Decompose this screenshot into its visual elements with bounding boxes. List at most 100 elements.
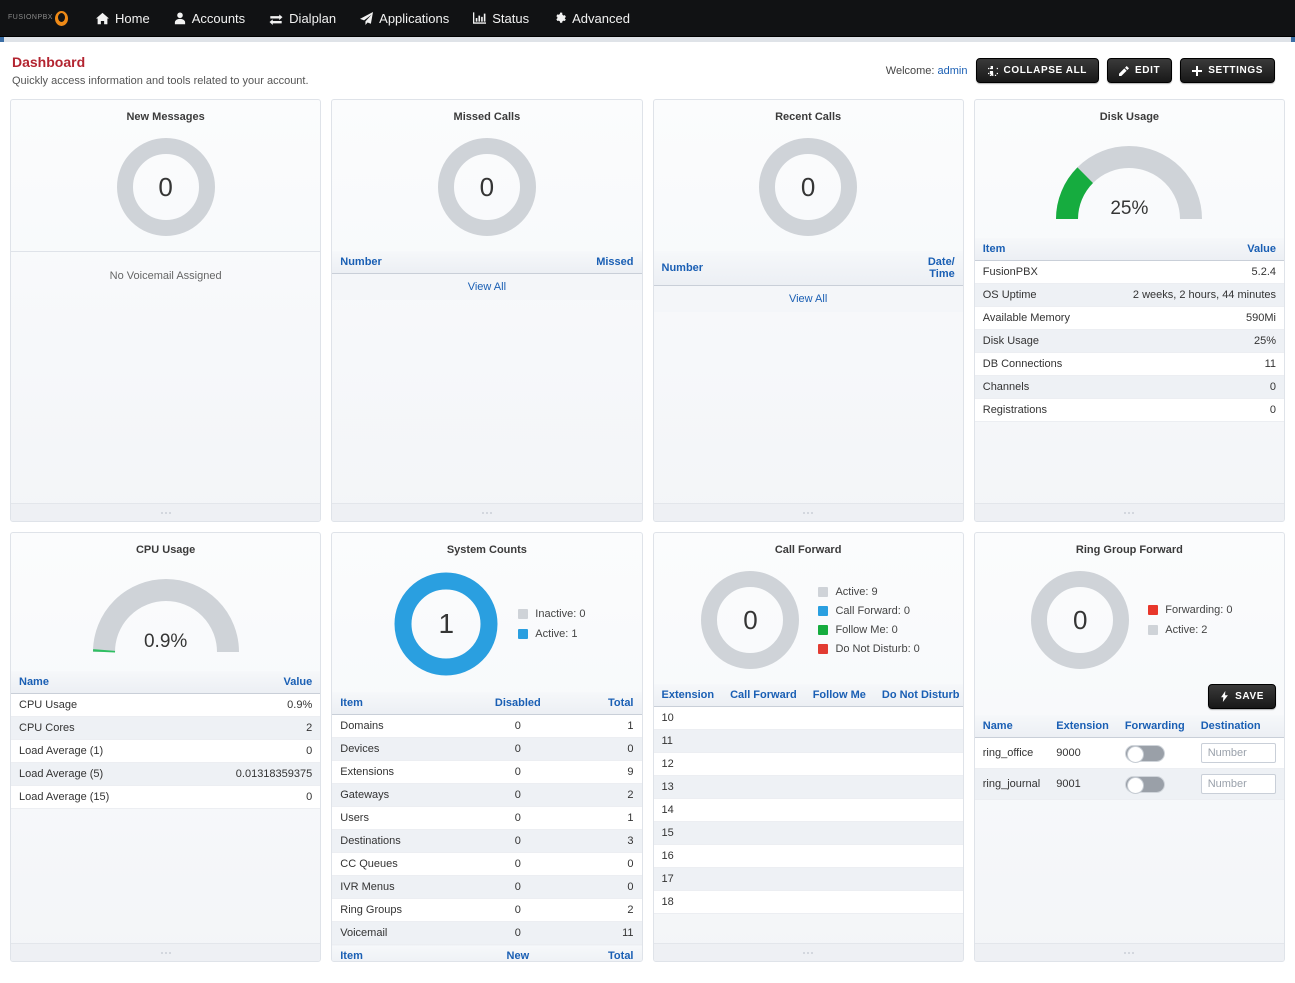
column-extension[interactable]: Extension (1048, 715, 1117, 738)
cell-call-forward (722, 752, 805, 776)
nav-items: Home Accounts Dialplan Applications Stat… (84, 5, 642, 32)
column-total[interactable]: Total (570, 692, 642, 715)
cell-follow-me (804, 775, 874, 799)
column-forwarding[interactable]: Forwarding (1116, 715, 1193, 738)
widget-new-messages: New Messages 0 No Voicemail Assigned (10, 99, 322, 522)
nav-item-label: Accounts (191, 10, 246, 26)
cell-item-extensions[interactable]: Extensions (332, 760, 466, 784)
cell-item-gateways[interactable]: Gateways (332, 783, 466, 807)
column-item[interactable]: Item (332, 692, 466, 715)
call-forward-legend: Active: 9 Call Forward: 0 Follow Me: 0 D… (818, 586, 920, 655)
nav-item-accounts[interactable]: Accounts (162, 5, 257, 32)
column-disabled[interactable]: Disabled (465, 692, 571, 715)
column-call-forward[interactable]: Call Forward (722, 684, 805, 707)
widget-drag-handle[interactable] (974, 943, 1284, 961)
column-date-time[interactable]: Date/ Time (919, 251, 963, 286)
widget-drag-handle[interactable] (11, 943, 321, 961)
forwarding-toggle[interactable] (1124, 744, 1165, 763)
cell-extension[interactable]: 9001 (1048, 768, 1117, 800)
cell-dnd (873, 798, 963, 822)
welcome-username[interactable]: admin (938, 65, 968, 77)
destination-input[interactable] (1200, 743, 1276, 763)
save-button-wrap: SAVE (975, 684, 1284, 715)
column-value[interactable]: Value (1096, 238, 1284, 261)
save-button[interactable]: SAVE (1208, 684, 1276, 709)
cell-extension[interactable]: 17 (653, 867, 723, 891)
cell-extension[interactable]: 11 (653, 729, 723, 753)
cell-extension[interactable]: 10 (653, 706, 723, 730)
column-name[interactable]: Name (974, 715, 1049, 738)
cell-extension[interactable]: 9000 (1048, 737, 1117, 769)
table-row: Channels 0 (974, 375, 1284, 399)
forwarding-toggle[interactable] (1124, 775, 1165, 794)
table-row: 13 (653, 775, 963, 799)
widget-drag-handle[interactable] (653, 943, 963, 961)
column-total-2[interactable]: Total (570, 944, 642, 961)
cell-extension[interactable]: 18 (653, 890, 723, 914)
cell-extension[interactable]: 15 (653, 821, 723, 845)
ring-group-forward-legend: Forwarding: 0 Active: 2 (1148, 604, 1233, 636)
widget-drag-handle[interactable] (332, 503, 642, 521)
cell-item-devices[interactable]: Devices (332, 737, 466, 761)
cell-extension[interactable]: 16 (653, 844, 723, 868)
disk-usage-gauge-chart: 25% (975, 127, 1284, 238)
cell-item-cc-queues[interactable]: CC Queues (332, 852, 466, 876)
cell-follow-me (804, 752, 874, 776)
cell-item-users[interactable]: Users (332, 806, 466, 830)
collapse-all-button[interactable]: COLLAPSE ALL (975, 58, 1099, 83)
cell-extension[interactable]: 14 (653, 798, 723, 822)
nav-item-home[interactable]: Home (84, 5, 162, 32)
settings-button[interactable]: SETTINGS (1180, 58, 1275, 83)
recent-calls-view-all[interactable]: View All (653, 286, 963, 312)
table-row: Voicemail 0 11 (332, 921, 642, 945)
nav-item-label: Dialplan (289, 10, 337, 26)
table-row: OS Uptime 2 weeks, 2 hours, 44 minutes (974, 283, 1284, 307)
view-all-label: View All (467, 281, 507, 293)
grip-dots-icon (803, 511, 814, 514)
cell-item-channels[interactable]: Channels (974, 375, 1097, 399)
cell-extension[interactable]: 12 (653, 752, 723, 776)
nav-item-dialplan[interactable]: Dialplan (257, 5, 348, 32)
column-new[interactable]: New (465, 944, 571, 961)
cell-item-ring-groups[interactable]: Ring Groups (332, 898, 466, 922)
cell-item-destinations[interactable]: Destinations (332, 829, 466, 853)
widget-drag-handle[interactable] (653, 503, 963, 521)
table-row: IVR Menus 0 0 (332, 875, 642, 899)
cell-name: Load Average (5) (11, 762, 177, 786)
cell-item-registrations[interactable]: Registrations (974, 398, 1097, 422)
column-destination[interactable]: Destination (1192, 715, 1284, 738)
cell-total: 1 (570, 806, 642, 830)
nav-item-applications[interactable]: Applications (348, 5, 461, 32)
donut: 0 (433, 133, 541, 241)
column-extension[interactable]: Extension (653, 684, 723, 707)
cell-call-forward (722, 844, 805, 868)
cell-extension[interactable]: 13 (653, 775, 723, 799)
nav-item-advanced[interactable]: Advanced (541, 5, 642, 32)
cell-call-forward (722, 867, 805, 891)
column-name[interactable]: Name (11, 671, 177, 694)
widget-drag-handle[interactable] (974, 503, 1284, 521)
column-item-2[interactable]: Item (332, 944, 466, 961)
nav-item-status[interactable]: Status (461, 5, 541, 32)
table-header-row: Name Extension Forwarding Destination (974, 715, 1284, 738)
cell-item-voicemail[interactable]: Voicemail (332, 921, 466, 945)
cell-follow-me (804, 844, 874, 868)
widget-title: Recent Calls (775, 111, 842, 123)
cell-item-domains[interactable]: Domains (332, 714, 466, 738)
gauge-value: 25% (1110, 198, 1149, 219)
column-value[interactable]: Value (176, 671, 321, 694)
column-item[interactable]: Item (974, 238, 1097, 261)
column-do-not-disturb[interactable]: Do Not Disturb (873, 684, 963, 707)
edit-button[interactable]: EDIT (1107, 58, 1173, 83)
cell-item-ivr-menus[interactable]: IVR Menus (332, 875, 466, 899)
column-follow-me[interactable]: Follow Me (804, 684, 874, 707)
missed-calls-view-all[interactable]: View All (332, 274, 642, 300)
cell-dnd (873, 706, 963, 730)
column-missed[interactable]: Missed (492, 251, 642, 274)
destination-input[interactable] (1200, 774, 1276, 794)
widget-drag-handle[interactable] (11, 503, 321, 521)
column-number[interactable]: Number (653, 251, 920, 286)
fusionpbx-logo[interactable]: FUSIONPBX (8, 0, 68, 37)
column-number[interactable]: Number (332, 251, 493, 274)
cell-total: 0 (570, 737, 642, 761)
